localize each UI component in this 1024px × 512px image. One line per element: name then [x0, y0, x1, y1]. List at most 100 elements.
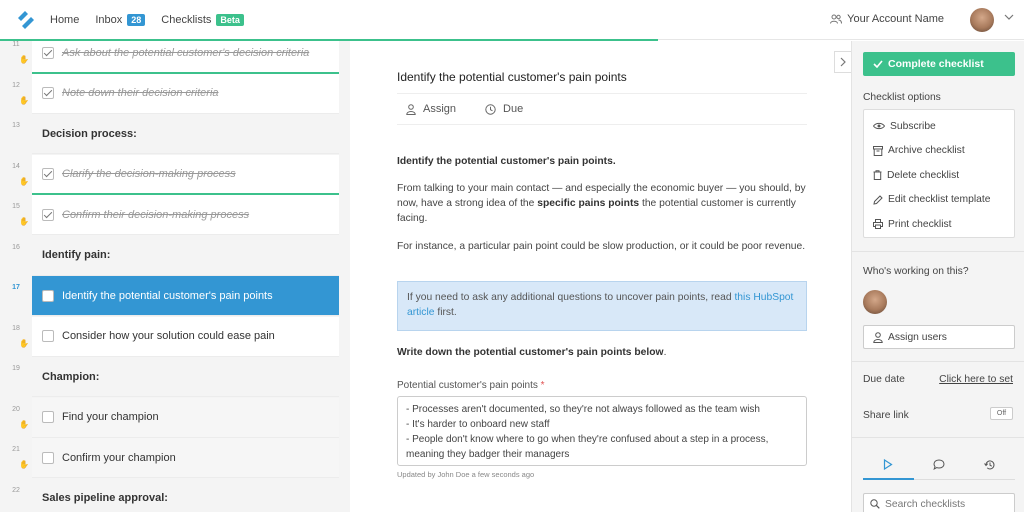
checklist-sidebar: Complete checklist Checklist options Sub… — [851, 41, 1024, 512]
task-checkbox[interactable] — [42, 411, 54, 423]
task-checkbox[interactable] — [42, 87, 54, 99]
task-row: 14 ✋ Clarify the decision-making process — [0, 154, 350, 195]
nav-home[interactable]: Home — [50, 14, 79, 26]
due-label: Due — [503, 103, 524, 115]
drag-handle-icon[interactable]: ✋ — [19, 96, 29, 105]
task-checkbox[interactable] — [42, 289, 54, 302]
share-link-toggle[interactable]: Off — [990, 407, 1013, 420]
logo-icon[interactable] — [16, 10, 34, 29]
task-row: 18 ✋ Consider how your solution could ease… — [0, 316, 350, 357]
task-item[interactable]: Confirm their decision-making process — [32, 195, 339, 235]
task-checkbox[interactable] — [42, 46, 54, 59]
clock-icon — [485, 103, 496, 115]
task-label: Confirm your champion — [62, 451, 176, 464]
assign-label: Assign — [423, 103, 457, 115]
nav-inbox-label: Inbox — [95, 13, 123, 26]
archive-option[interactable]: Archive checklist — [864, 139, 1014, 164]
task-row: 19 Champion: — [0, 357, 350, 397]
task-checkbox[interactable] — [42, 330, 54, 342]
pain-points-label: Potential customer's pain points * — [397, 380, 545, 391]
task-item[interactable]: Confirm your champion — [32, 438, 339, 478]
delete-option[interactable]: Delete checklist — [864, 163, 1014, 188]
task-number: 18 — [12, 324, 20, 332]
assign-users-label: Assign users — [888, 331, 947, 343]
pencil-icon — [873, 195, 883, 205]
due-button[interactable]: Due — [485, 103, 523, 115]
tab-history[interactable] — [964, 450, 1016, 480]
account-menu[interactable]: Your Account Name — [830, 13, 944, 25]
assign-users-button[interactable]: Assign users — [863, 325, 1015, 349]
user-avatar[interactable] — [970, 8, 994, 32]
task-label: Sales pipeline approval: — [42, 492, 168, 504]
task-item[interactable]: Identify the potential customer's pain p… — [32, 276, 339, 316]
user-icon — [406, 103, 416, 115]
task-item[interactable]: Note down their decision criteria — [32, 73, 339, 114]
trash-icon — [873, 170, 882, 181]
due-date-label: Due date — [863, 374, 905, 385]
complete-checklist-button[interactable]: Complete checklist — [863, 52, 1015, 76]
drag-handle-icon[interactable]: ✋ — [19, 55, 29, 64]
task-number: 21 — [12, 446, 20, 453]
task-row: 21 ✋ Confirm your champion — [0, 438, 350, 478]
subscribe-option[interactable]: Subscribe — [864, 114, 1014, 139]
write-heading: Write down the potential customer's pain… — [397, 347, 667, 358]
task-checkbox[interactable] — [42, 208, 54, 221]
tab-comments[interactable] — [913, 450, 965, 480]
nav-checklists[interactable]: Checklists Beta — [161, 13, 244, 26]
task-label: Find your champion — [62, 411, 159, 423]
task-checkbox[interactable] — [42, 168, 54, 180]
users-icon — [830, 14, 843, 24]
set-due-date-link[interactable]: Click here to set — [939, 374, 1013, 385]
task-list: 11 ✋ Ask about the potential customer's de… — [0, 41, 350, 512]
task-label: Note down their decision criteria — [62, 87, 219, 99]
account-name: Your Account Name — [847, 13, 944, 25]
history-icon — [983, 459, 995, 469]
task-row: 17 Identify the potential customer's pain… — [0, 276, 350, 316]
search-icon — [870, 499, 880, 509]
drag-handle-icon[interactable]: ✋ — [19, 177, 29, 186]
edit-template-option[interactable]: Edit checklist template — [864, 188, 1014, 213]
subscribe-label: Subscribe — [890, 120, 936, 132]
task-row: 11 ✋ Ask about the potential customer's de… — [0, 41, 350, 73]
task-label: Identify pain: — [42, 249, 111, 261]
collapse-sidebar-button[interactable] — [834, 51, 851, 73]
task-row: 15 ✋ Confirm their decision-making process — [0, 195, 350, 235]
archive-icon — [873, 145, 883, 156]
content-paragraph-2: For instance, a particular pain point co… — [397, 241, 806, 252]
task-label: Consider how your solution could ease pa… — [62, 330, 275, 342]
nav-inbox[interactable]: Inbox 28 — [95, 13, 146, 26]
drag-handle-icon[interactable]: ✋ — [19, 339, 29, 348]
top-nav: Home Inbox 28 Checklists Beta Your Accou… — [0, 0, 1024, 40]
task-label: Ask about the potential customer's decis… — [62, 46, 310, 59]
task-checkbox[interactable] — [42, 451, 54, 464]
drag-handle-icon[interactable]: ✋ — [19, 460, 29, 469]
tab-play[interactable] — [863, 450, 914, 480]
drag-handle-icon[interactable]: ✋ — [19, 217, 29, 226]
search-checklists-input[interactable]: Search checklists — [863, 493, 1015, 512]
task-label: Decision process: — [42, 127, 137, 140]
chevron-right-icon — [840, 57, 846, 67]
task-item[interactable]: Consider how your solution could ease pa… — [32, 316, 339, 357]
section-separator — [32, 193, 339, 195]
complete-checklist-label: Complete checklist — [888, 58, 984, 70]
inbox-count-badge: 28 — [127, 13, 146, 26]
check-icon — [873, 60, 883, 68]
task-item[interactable]: Clarify the decision-making process — [32, 154, 339, 195]
assign-button[interactable]: Assign — [406, 103, 456, 115]
print-option[interactable]: Print checklist — [864, 212, 1014, 237]
task-item[interactable]: Find your champion — [32, 397, 339, 438]
task-item[interactable]: Ask about the potential customer's decis… — [32, 41, 339, 73]
chevron-down-icon[interactable] — [1004, 14, 1014, 20]
task-number: 17 — [12, 284, 20, 291]
drag-handle-icon[interactable]: ✋ — [19, 420, 29, 429]
comment-icon — [933, 459, 945, 470]
task-heading: Identify pain: — [32, 235, 339, 276]
task-number: 20 — [12, 405, 20, 413]
checklist-options-title: Checklist options — [863, 92, 941, 103]
task-number: 12 — [12, 81, 20, 89]
assignee-avatar[interactable] — [863, 290, 887, 314]
pain-points-textarea[interactable]: - Processes aren't documented, so they'r… — [397, 396, 807, 466]
print-label: Print checklist — [888, 218, 952, 230]
updated-note: Updated by John Doe a few seconds ago — [397, 470, 535, 479]
content-paragraph-1: From talking to your main contact — and … — [397, 183, 806, 224]
